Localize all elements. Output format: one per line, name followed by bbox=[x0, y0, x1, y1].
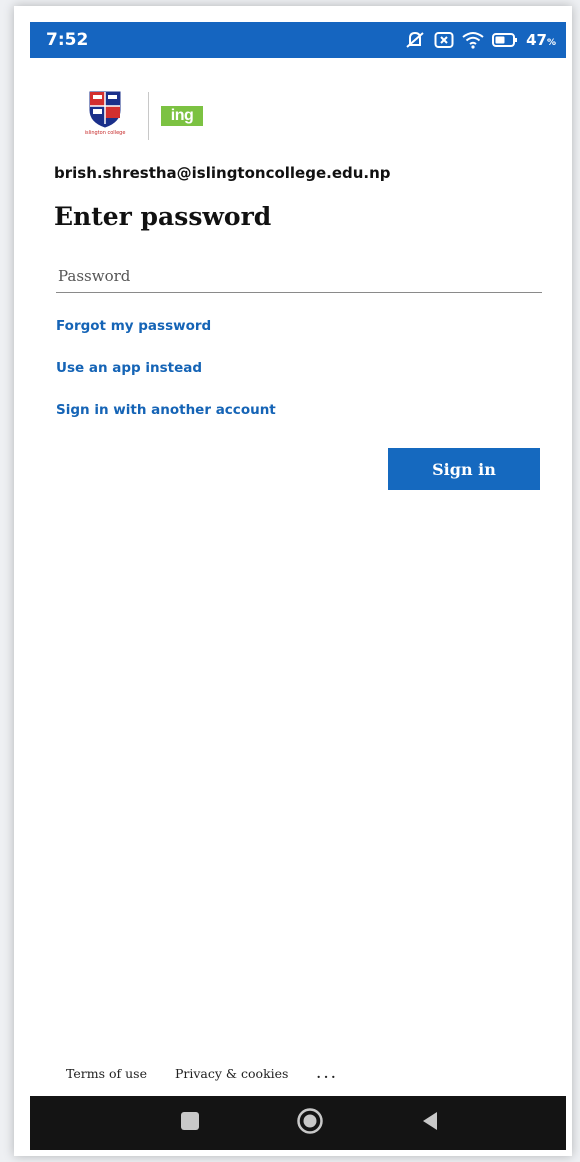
password-input[interactable] bbox=[56, 260, 542, 293]
account-email: brish.shrestha@islingtoncollege.edu.np bbox=[54, 164, 391, 182]
status-icons: 47% bbox=[404, 30, 556, 50]
other-account-link[interactable]: Sign in with another account bbox=[56, 402, 276, 418]
home-button[interactable] bbox=[280, 1096, 340, 1150]
brand-logos: islington college ing bbox=[76, 86, 203, 146]
wifi-icon bbox=[462, 31, 484, 49]
status-time: 7:52 bbox=[46, 30, 89, 50]
privacy-link[interactable]: Privacy & cookies bbox=[175, 1066, 288, 1081]
terms-link[interactable]: Terms of use bbox=[66, 1066, 147, 1081]
recent-apps-button[interactable] bbox=[160, 1096, 220, 1150]
footer: Terms of use Privacy & cookies ... bbox=[66, 1066, 339, 1081]
battery-level: 47% bbox=[526, 31, 556, 49]
crest-caption: islington college bbox=[84, 130, 126, 136]
home-icon bbox=[296, 1107, 324, 1139]
phone-screen: 7:52 47% islington college ing brish.shr… bbox=[14, 6, 572, 1156]
status-bar: 7:52 47% bbox=[30, 22, 566, 58]
back-icon bbox=[419, 1110, 441, 1136]
sign-in-button[interactable]: Sign in bbox=[388, 448, 540, 490]
battery-icon bbox=[492, 32, 518, 48]
use-app-link[interactable]: Use an app instead bbox=[56, 360, 202, 376]
partner-logo: ing bbox=[161, 106, 203, 126]
sim-x-icon bbox=[434, 31, 454, 49]
logo-divider bbox=[148, 92, 149, 140]
recent-apps-icon bbox=[180, 1111, 200, 1135]
forgot-password-link[interactable]: Forgot my password bbox=[56, 318, 211, 334]
college-crest-logo: islington college bbox=[76, 90, 134, 142]
page-title: Enter password bbox=[54, 202, 272, 231]
system-nav-bar bbox=[30, 1096, 566, 1150]
more-options-button[interactable]: ... bbox=[316, 1066, 338, 1081]
back-button[interactable] bbox=[400, 1096, 460, 1150]
mute-vibrate-icon bbox=[404, 30, 426, 50]
